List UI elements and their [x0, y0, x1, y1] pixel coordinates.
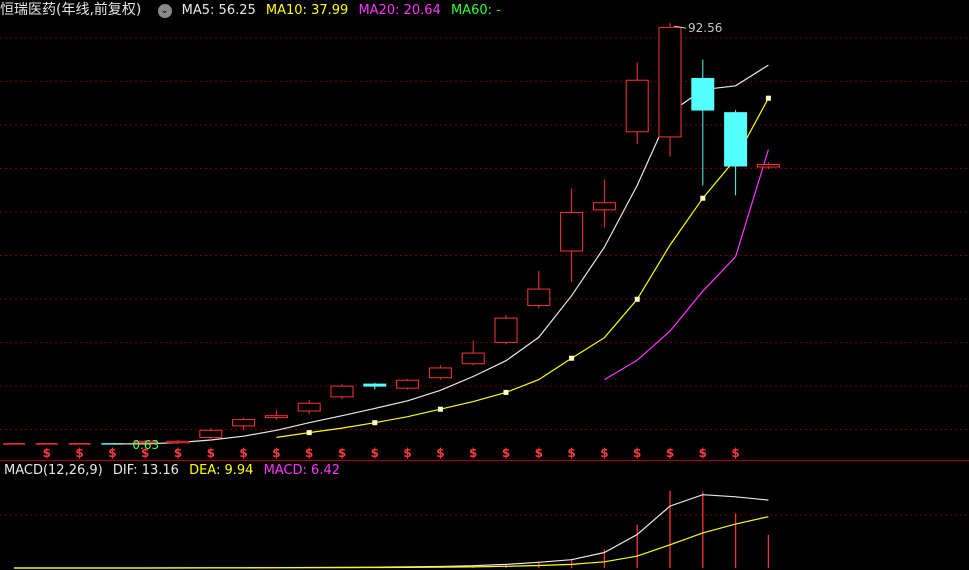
dividend-marker[interactable]: $	[43, 446, 51, 460]
kline-chart[interactable]: $ $ $ $ $ $ $ $ $ $ $ $ $ $ $ $ $ $ $ $ $ $ 92.56 0.63	[0, 0, 969, 570]
macd-value: MACD: 6.42	[263, 463, 340, 478]
dividend-marker[interactable]: $	[666, 446, 674, 460]
price-header: 恒瑞医药(年线,前复权) ⌄ MA5: 56.25 MA10: 37.99 MA…	[0, 0, 507, 20]
candle-body	[199, 429, 223, 438]
candle-body	[363, 383, 387, 387]
candle-body	[494, 317, 518, 343]
ma5-value: MA5: 56.25	[181, 3, 256, 18]
dividend-marker[interactable]: $	[567, 446, 575, 460]
dividend-marker[interactable]: $	[403, 446, 411, 460]
candle-body	[625, 79, 649, 133]
ma10-marker	[306, 430, 312, 436]
ma20-line	[604, 149, 769, 381]
candle-body	[658, 26, 682, 138]
stock-title: 恒瑞医药(年线,前复权)	[0, 2, 142, 18]
dividend-marker[interactable]: $	[502, 446, 510, 460]
candle-body	[527, 288, 551, 307]
candle-body	[691, 77, 715, 111]
macd-panel	[14, 490, 770, 569]
ma20-value: MA20: 20.64	[358, 3, 441, 18]
dividend-marker[interactable]: $	[731, 446, 739, 460]
ma10-marker	[437, 406, 443, 412]
candle-body	[396, 379, 420, 389]
dividend-marker[interactable]: $	[75, 446, 83, 460]
ma10-marker	[700, 195, 706, 201]
high-price-label: 92.56	[688, 21, 722, 35]
candle-body	[166, 440, 190, 444]
dividend-marker[interactable]: $	[108, 446, 116, 460]
ma60-value: MA60: -	[450, 3, 501, 18]
ma10-value: MA10: 37.99	[265, 3, 349, 18]
dividend-marker[interactable]: $	[699, 446, 707, 460]
ma10-marker	[372, 420, 378, 426]
dif-line	[14, 494, 769, 569]
dividend-marker[interactable]: $	[600, 446, 608, 460]
candle-body	[330, 385, 354, 398]
candle-body	[756, 164, 780, 168]
candle-body	[461, 352, 485, 365]
ma10-marker	[634, 296, 640, 302]
candle-body	[560, 211, 584, 252]
dividend-marker[interactable]: $	[239, 446, 247, 460]
macd-header: MACD(12,26,9) DIF: 13.16 DEA: 9.94 MACD:…	[0, 461, 346, 481]
dividend-marker[interactable]: $	[535, 446, 543, 460]
candle-body	[592, 202, 616, 211]
candle-body	[232, 419, 256, 427]
macd-label[interactable]: MACD(12,26,9)	[4, 463, 103, 478]
dividend-marker[interactable]: $	[272, 446, 280, 460]
candle-body	[428, 367, 452, 379]
candle-body	[264, 415, 288, 419]
ma10-marker	[503, 389, 509, 395]
indicator-toggle-icon[interactable]: ⌄	[157, 3, 172, 18]
dividend-marker[interactable]: $	[305, 446, 313, 460]
ma10-marker	[569, 355, 575, 361]
dividend-marker[interactable]: $	[633, 446, 641, 460]
dif-value: DIF: 13.16	[112, 463, 179, 478]
candle-body	[724, 112, 748, 167]
candlesticks[interactable]	[3, 23, 780, 445]
dea-line	[14, 516, 769, 569]
dividend-marker[interactable]: $	[174, 446, 182, 460]
low-price-label: 0.63	[132, 438, 159, 452]
dividend-marker[interactable]: $	[207, 446, 215, 460]
dividend-marker[interactable]: $	[371, 446, 379, 460]
dividend-marker[interactable]: $	[469, 446, 477, 460]
dividend-marker[interactable]: $	[436, 446, 444, 460]
dea-value: DEA: 9.94	[189, 463, 254, 478]
candle-body	[297, 402, 321, 412]
ma10-marker	[765, 95, 771, 101]
dividend-marker[interactable]: $	[338, 446, 346, 460]
